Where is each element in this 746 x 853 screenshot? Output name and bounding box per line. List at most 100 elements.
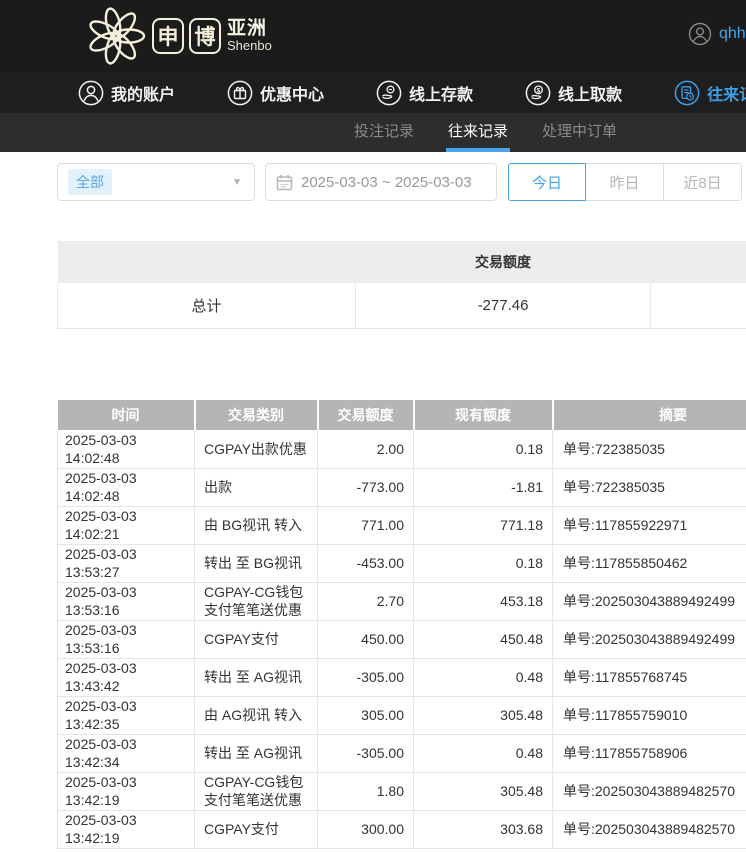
txn-cell-amount: 2.70 — [318, 582, 414, 620]
transaction-row: 2025-03-03 13:42:34 转出 至 AG视讯 -305.00 0.… — [58, 734, 746, 772]
txn-cell-balance: 303.68 — [414, 810, 553, 848]
date-range-value: 2025-03-03 ~ 2025-03-03 — [301, 174, 472, 191]
txn-cell-amount: 1.80 — [318, 772, 414, 810]
txn-cell-time: 2025-03-03 14:02:48 — [58, 430, 195, 468]
txn-cell-type: 由 BG视讯 转入 — [195, 506, 318, 544]
summary-table-container: 交易额度 总计 -277.46 — [57, 241, 746, 329]
txn-cell-note: 单号:202503043889482570 — [553, 810, 746, 848]
column-header-amount: 交易额度 — [318, 400, 414, 430]
txn-cell-type: 转出 至 AG视讯 — [195, 658, 318, 696]
tab-transaction-records[interactable]: 往来记录 — [446, 113, 510, 152]
txn-cell-time: 2025-03-03 13:53:27 — [58, 544, 195, 582]
txn-cell-type: CGPAY支付 — [195, 620, 318, 658]
promo-icon — [227, 80, 253, 106]
transactions-header-row: 时间 交易类别 交易额度 现有额度 摘要 — [58, 400, 746, 430]
txn-cell-balance: 0.18 — [414, 544, 553, 582]
txn-cell-balance: 450.48 — [414, 620, 553, 658]
column-header-type: 交易类别 — [195, 400, 318, 430]
nav-item-withdraw[interactable]: $ 线上取款 — [525, 80, 622, 106]
summary-empty-cell — [651, 283, 746, 328]
txn-cell-type: 转出 至 BG视讯 — [195, 544, 318, 582]
txn-cell-amount: 450.00 — [318, 620, 414, 658]
nav-item-deposit[interactable]: 线上存款 — [376, 80, 473, 106]
txn-cell-amount: -453.00 — [318, 544, 414, 582]
transaction-row: 2025-03-03 13:42:19 CGPAY支付 300.00 303.6… — [58, 810, 746, 848]
txn-cell-note: 单号:202503043889492499 — [553, 582, 746, 620]
category-select[interactable]: 全部 ▼ — [57, 163, 255, 201]
user-account[interactable]: qhh — [688, 22, 746, 46]
txn-cell-note: 单号:117855759010 — [553, 696, 746, 734]
txn-cell-type: CGPAY支付 — [195, 810, 318, 848]
logo-char-bo: 博 — [189, 18, 221, 54]
txn-cell-balance: 771.18 — [414, 506, 553, 544]
calendar-icon — [276, 174, 293, 191]
txn-cell-time: 2025-03-03 13:42:19 — [58, 772, 195, 810]
txn-cell-balance: 0.18 — [414, 430, 553, 468]
txn-cell-time: 2025-03-03 14:02:48 — [58, 468, 195, 506]
txn-cell-amount: 771.00 — [318, 506, 414, 544]
txn-cell-time: 2025-03-03 13:42:19 — [58, 810, 195, 848]
summary-table: 交易额度 总计 -277.46 — [57, 241, 746, 329]
nav-item-transaction-records[interactable]: 往来记录 — [674, 80, 746, 106]
category-selected-tag[interactable]: 全部 — [68, 169, 112, 195]
date-range-input[interactable]: 2025-03-03 ~ 2025-03-03 — [265, 163, 497, 201]
txn-cell-balance: 453.18 — [414, 582, 553, 620]
transactions-table: 时间 交易类别 交易额度 现有额度 摘要 2025-03-03 14:02:48… — [57, 400, 746, 849]
txn-cell-type: 由 AG视讯 转入 — [195, 696, 318, 734]
nav-item-promotions[interactable]: 优惠中心 — [227, 80, 324, 106]
txn-cell-time: 2025-03-03 13:53:16 — [58, 620, 195, 658]
txn-cell-note: 单号:117855768745 — [553, 658, 746, 696]
txn-cell-time: 2025-03-03 13:53:16 — [58, 582, 195, 620]
transaction-row: 2025-03-03 13:42:35 由 AG视讯 转入 305.00 305… — [58, 696, 746, 734]
txn-cell-amount: 300.00 — [318, 810, 414, 848]
txn-cell-note: 单号:722385035 — [553, 430, 746, 468]
txn-cell-amount: -305.00 — [318, 658, 414, 696]
page: 申 博 亚洲 Shenbo qhh 我的账户 — [0, 0, 746, 853]
txn-cell-time: 2025-03-03 13:43:42 — [58, 658, 195, 696]
logo-char-shen: 申 — [152, 18, 184, 54]
transaction-row: 2025-03-03 13:53:16 CGPAY-CG钱包支付笔笔送优惠 2.… — [58, 582, 746, 620]
column-header-time: 时间 — [58, 400, 195, 430]
txn-cell-note: 单号:722385035 — [553, 468, 746, 506]
summary-total-value: -277.46 — [356, 283, 651, 328]
username-text: qhh — [719, 25, 746, 43]
main-navigation: 我的账户 优惠中心 线上存款 $ — [0, 72, 746, 113]
summary-total-label: 总计 — [58, 283, 356, 328]
nav-label: 优惠中心 — [260, 81, 324, 105]
transaction-row: 2025-03-03 14:02:21 由 BG视讯 转入 771.00 771… — [58, 506, 746, 544]
transaction-row: 2025-03-03 14:02:48 出款 -773.00 -1.81 单号:… — [58, 468, 746, 506]
brand-logo[interactable]: 申 博 亚洲 Shenbo — [84, 4, 272, 68]
svg-text:$: $ — [537, 87, 541, 94]
top-header: 申 博 亚洲 Shenbo qhh — [0, 0, 746, 72]
record-tabs: 投注记录 往来记录 处理中订单 — [0, 113, 746, 152]
txn-cell-note: 单号:202503043889492499 — [553, 620, 746, 658]
txn-cell-balance: 0.48 — [414, 734, 553, 772]
nav-label: 我的账户 — [111, 81, 175, 105]
last-8-days-button[interactable]: 近8日 — [664, 163, 742, 201]
today-button[interactable]: 今日 — [508, 163, 586, 201]
txn-cell-balance: 0.48 — [414, 658, 553, 696]
tab-pending-orders[interactable]: 处理中订单 — [540, 113, 619, 152]
txn-cell-type: CGPAY-CG钱包支付笔笔送优惠 — [195, 772, 318, 810]
summary-header-row: 交易额度 — [58, 241, 746, 283]
txn-cell-balance: -1.81 — [414, 468, 553, 506]
quick-range-buttons: 今日 昨日 近8日 — [508, 163, 742, 201]
txn-cell-balance: 305.48 — [414, 772, 553, 810]
summary-header-spacer — [651, 241, 746, 283]
column-header-note: 摘要 — [553, 400, 746, 430]
txn-cell-type: CGPAY出款优惠 — [195, 430, 318, 468]
txn-cell-time: 2025-03-03 13:42:35 — [58, 696, 195, 734]
transaction-row: 2025-03-03 13:53:16 CGPAY支付 450.00 450.4… — [58, 620, 746, 658]
yesterday-button[interactable]: 昨日 — [586, 163, 664, 201]
transactions-table-container: 时间 交易类别 交易额度 现有额度 摘要 2025-03-03 14:02:48… — [57, 400, 746, 849]
txn-cell-time: 2025-03-03 14:02:21 — [58, 506, 195, 544]
txn-cell-amount: -773.00 — [318, 468, 414, 506]
txn-cell-balance: 305.48 — [414, 696, 553, 734]
nav-label: 往来记录 — [707, 81, 746, 105]
tab-bet-records[interactable]: 投注记录 — [352, 113, 416, 152]
nav-item-my-account[interactable]: 我的账户 — [78, 80, 175, 106]
txn-cell-time: 2025-03-03 13:42:34 — [58, 734, 195, 772]
transaction-row: 2025-03-03 13:43:42 转出 至 AG视讯 -305.00 0.… — [58, 658, 746, 696]
nav-label: 线上取款 — [558, 81, 622, 105]
records-icon — [674, 80, 700, 106]
